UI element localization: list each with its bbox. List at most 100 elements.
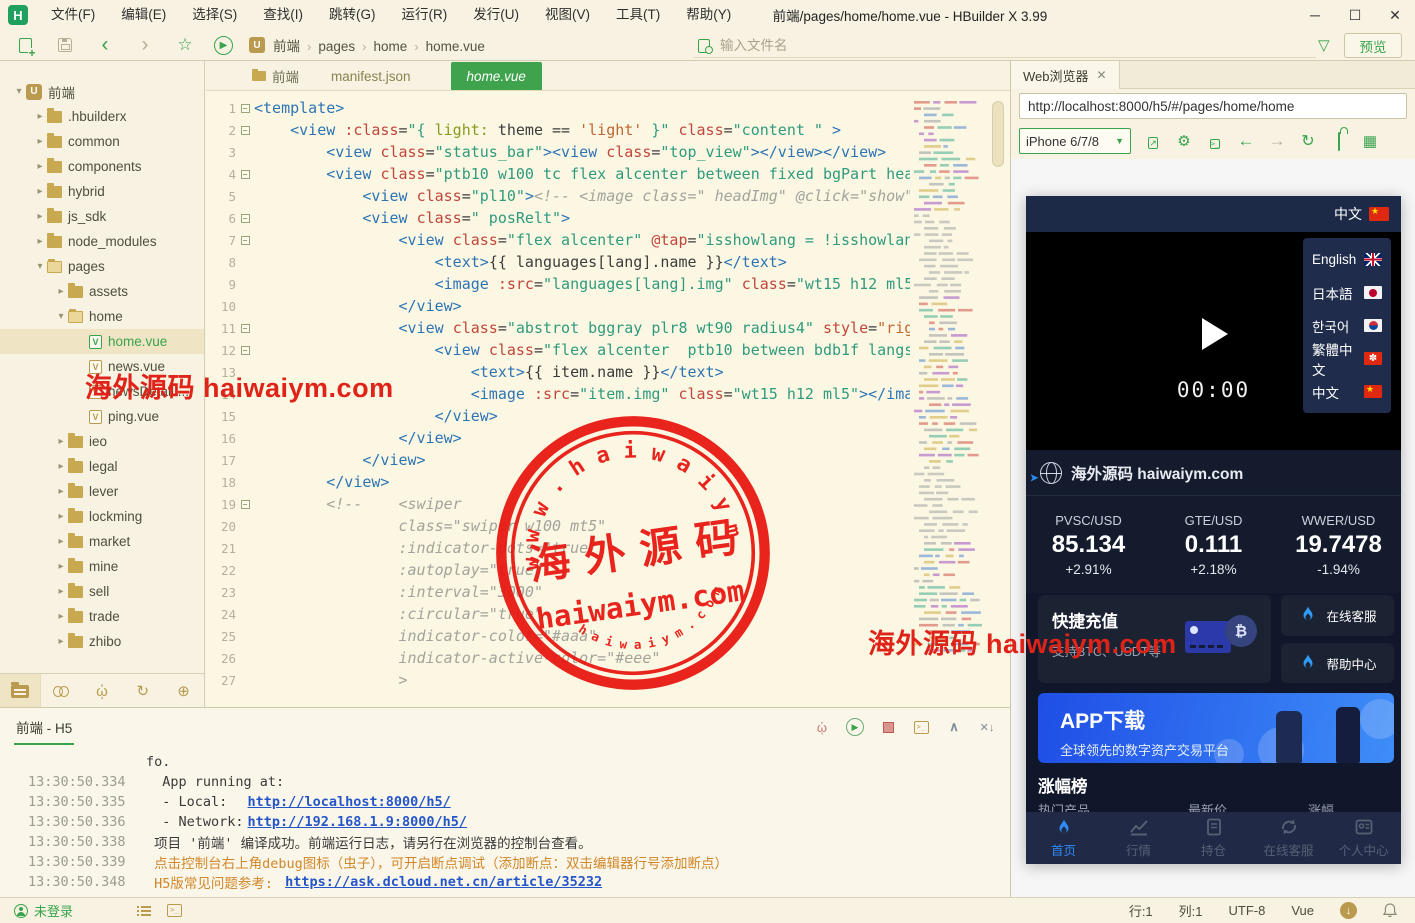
update-icon[interactable]: ↓	[1340, 902, 1357, 919]
nav-item-user[interactable]: 个人中心	[1326, 812, 1401, 864]
restart-icon[interactable]: ▶	[846, 718, 864, 736]
maximize-button[interactable]: ☐	[1335, 0, 1375, 30]
fold-marker[interactable]: −	[236, 345, 254, 355]
fold-marker[interactable]: −	[236, 235, 254, 245]
fold-minus-icon[interactable]: −	[240, 345, 250, 355]
fold-minus-icon[interactable]: −	[240, 235, 250, 245]
ticker-gte[interactable]: GTE/USD 0.111 +2.18%	[1151, 496, 1276, 593]
app-download-banner[interactable]: APP下载 全球领先的数字资产交易平台	[1038, 693, 1394, 763]
run-icon[interactable]: ▶	[214, 35, 233, 55]
tree-item-market[interactable]: ▸ market	[0, 529, 204, 554]
web-tab[interactable]: ⊕	[163, 674, 204, 708]
open-external-icon[interactable]: ↗	[1144, 133, 1162, 150]
fold-marker[interactable]: −	[236, 499, 254, 509]
fold-marker[interactable]: −	[236, 103, 254, 113]
fold-minus-icon[interactable]: −	[240, 499, 250, 509]
clear-icon[interactable]: ✕↓	[978, 718, 996, 736]
forward-icon[interactable]: ›	[130, 32, 160, 58]
nav-item-positions[interactable]: 持仓	[1176, 812, 1251, 864]
tree-item-nodemodules[interactable]: ▸ node_modules	[0, 229, 204, 254]
browser-tab[interactable]: Web浏览器 ✕	[1011, 61, 1120, 89]
tree-item-components[interactable]: ▸ components	[0, 154, 204, 179]
nav-forward-icon[interactable]: →	[1268, 131, 1286, 151]
tree-item-mine[interactable]: ▸ mine	[0, 554, 204, 579]
save-icon[interactable]	[50, 32, 80, 58]
menu-item[interactable]: 发行(U)	[460, 7, 532, 22]
debug-bug-icon[interactable]: ᾠ	[813, 718, 831, 736]
fold-minus-icon[interactable]: −	[240, 103, 250, 113]
file-search[interactable]	[694, 34, 1316, 58]
breadcrumb-item[interactable]: 前端	[269, 39, 304, 54]
outline-icon[interactable]	[137, 904, 152, 917]
tree-item-common[interactable]: ▸ common	[0, 129, 204, 154]
fold-minus-icon[interactable]: −	[240, 125, 250, 135]
menu-item[interactable]: 视图(V)	[532, 7, 603, 22]
back-icon[interactable]: ‹	[90, 32, 120, 58]
search-tab[interactable]	[41, 674, 82, 708]
log-link[interactable]: http://localhost:8000/h5/	[248, 794, 451, 810]
nav-item-service[interactable]: 在线客服	[1251, 812, 1326, 864]
editor-tab-homevue[interactable]: home.vue	[450, 62, 542, 90]
menu-item[interactable]: 文件(F)	[38, 7, 108, 22]
tree-item-homevue[interactable]: Vhome.vue	[0, 329, 204, 354]
fold-marker[interactable]: −	[236, 169, 254, 179]
language-option-kr[interactable]: 한국어	[1303, 309, 1391, 342]
language-option-hk[interactable]: 繁體中文 ✽	[1303, 342, 1391, 378]
app-header[interactable]: 中文 ★	[1026, 196, 1401, 232]
language-option-gb[interactable]: English	[1303, 243, 1391, 276]
online-service-button[interactable]: 在线客服	[1281, 595, 1394, 636]
tree-item-hybrid[interactable]: ▸ hybrid	[0, 179, 204, 204]
tree-item-trade[interactable]: ▸ trade	[0, 604, 204, 629]
debug-tab[interactable]: ᾠ	[82, 674, 123, 708]
tree-item-zhibo[interactable]: ▸ zhibo	[0, 629, 204, 654]
qr-code-icon[interactable]: ▦	[1361, 132, 1379, 150]
minimap[interactable]	[912, 101, 984, 661]
login-status[interactable]: 未登录	[14, 901, 73, 920]
editor-scrollbar[interactable]	[992, 101, 1004, 167]
settings-icon[interactable]: ⚙	[1175, 132, 1193, 150]
tree-item-legal[interactable]: ▸ legal	[0, 454, 204, 479]
tree-item-lockming[interactable]: ▸ lockming	[0, 504, 204, 529]
collapse-icon[interactable]: ∧	[945, 718, 963, 736]
fold-minus-icon[interactable]: −	[240, 213, 250, 223]
language-option-cn[interactable]: 中文 ★	[1303, 375, 1391, 408]
device-selector[interactable]: iPhone 6/7/8 ▼	[1019, 128, 1131, 154]
favorite-icon[interactable]: ☆	[170, 32, 200, 58]
close-tab-icon[interactable]: ✕	[1097, 68, 1107, 82]
tree-item-ieo[interactable]: ▸ ieo	[0, 429, 204, 454]
tree-item-sell[interactable]: ▸ sell	[0, 579, 204, 604]
refresh-tab[interactable]: ↻	[122, 674, 163, 708]
statusbar-terminal-icon[interactable]: >_	[167, 904, 183, 917]
menu-item[interactable]: 选择(S)	[179, 7, 250, 22]
log-link[interactable]: https://ask.dcloud.net.cn/article/35232	[285, 874, 602, 890]
tree-item-hbuilderx[interactable]: ▸ .hbuilderx	[0, 104, 204, 129]
play-icon[interactable]	[1202, 318, 1228, 350]
tree-item-home[interactable]: ▾ home	[0, 304, 204, 329]
console-icon[interactable]: >_	[1206, 133, 1224, 150]
editor-tab-[interactable]: 前端	[236, 62, 315, 90]
terminal-icon[interactable]: >_	[912, 718, 930, 736]
menu-item[interactable]: 跳转(G)	[316, 7, 389, 22]
tree-item-lever[interactable]: ▸ lever	[0, 479, 204, 504]
editor-tab-manifestjson[interactable]: manifest.json	[315, 62, 427, 90]
tree-item-pages[interactable]: ▾ pages	[0, 254, 204, 279]
ticker-pvsc[interactable]: PVSC/USD 85.134 +2.91%	[1026, 496, 1151, 593]
fold-marker[interactable]: −	[236, 323, 254, 333]
fold-marker[interactable]: −	[236, 125, 254, 135]
nav-item-flame[interactable]: 首页	[1026, 812, 1101, 864]
nav-item-market[interactable]: 行情	[1101, 812, 1176, 864]
breadcrumb-item[interactable]: home.vue	[422, 39, 489, 54]
fold-minus-icon[interactable]: −	[240, 323, 250, 333]
tree-item-assets[interactable]: ▸ assets	[0, 279, 204, 304]
fold-minus-icon[interactable]: −	[240, 169, 250, 179]
url-input[interactable]: http://localhost:8000/h5/#/pages/home/ho…	[1019, 93, 1407, 119]
stop-icon[interactable]	[879, 718, 897, 736]
filter-icon[interactable]: ▽	[1318, 36, 1330, 54]
preview-button[interactable]: 预览	[1344, 33, 1402, 58]
fold-marker[interactable]: −	[236, 213, 254, 223]
nav-back-icon[interactable]: ←	[1237, 131, 1255, 151]
file-search-input[interactable]	[720, 38, 1260, 53]
new-file-icon[interactable]	[10, 32, 40, 58]
ticker-wwer[interactable]: WWER/USD 19.7478 -1.94%	[1276, 496, 1401, 593]
console-tab[interactable]: 前端 - H5	[14, 709, 75, 745]
